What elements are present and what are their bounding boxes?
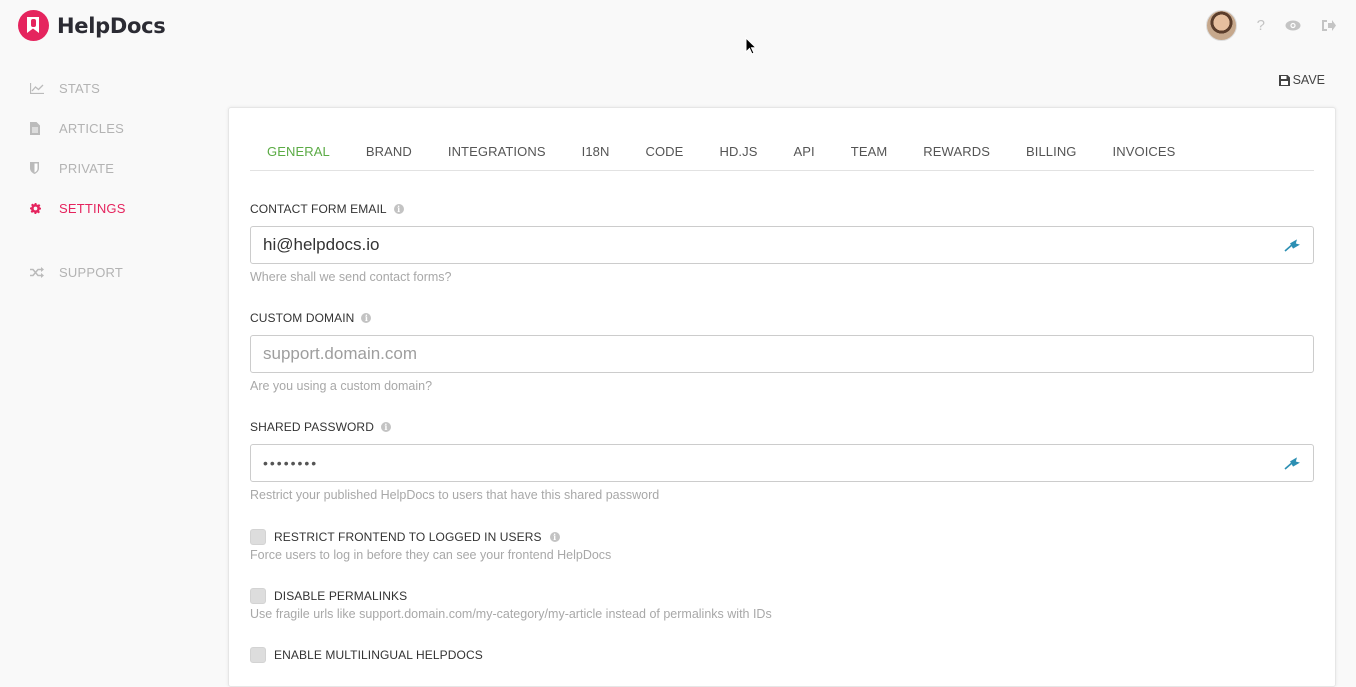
custom-domain-label: CUSTOM DOMAIN i xyxy=(250,311,372,325)
sidebar-item-label: SETTINGS xyxy=(59,200,126,216)
tab-hdjs[interactable]: HD.JS xyxy=(701,133,775,170)
sidebar-item-stats[interactable]: STATS xyxy=(0,68,200,108)
settings-card: GENERAL BRAND INTEGRATIONS I18N CODE HD.… xyxy=(228,107,1336,687)
contact-email-label: CONTACT FORM EMAIL i xyxy=(250,202,404,216)
sidebar-item-label: STATS xyxy=(59,80,100,96)
contact-email-field[interactable]: hi@helpdocs.io xyxy=(250,226,1314,264)
shield-icon xyxy=(30,162,44,174)
shared-password-field[interactable]: •••••••• xyxy=(250,444,1314,482)
label-text: SHARED PASSWORD xyxy=(250,420,374,434)
question-icon[interactable]: ? xyxy=(1257,18,1265,33)
app-logo[interactable]: HelpDocs xyxy=(18,10,166,41)
eye-icon[interactable] xyxy=(1285,20,1301,31)
label-text: CONTACT FORM EMAIL xyxy=(250,202,387,216)
restrict-frontend-label: RESTRICT FRONTEND TO LOGGED IN USERS xyxy=(274,530,542,544)
info-icon[interactable]: i xyxy=(549,532,560,542)
enable-multilingual-label: ENABLE MULTILINGUAL HELPDOCS xyxy=(274,648,483,662)
save-label: SAVE xyxy=(1292,73,1325,87)
tab-billing[interactable]: BILLING xyxy=(1008,133,1095,170)
tab-rewards[interactable]: REWARDS xyxy=(905,133,1008,170)
pushpin-icon[interactable] xyxy=(1283,455,1303,471)
sign-out-icon[interactable] xyxy=(1321,19,1336,32)
sidebar-item-private[interactable]: PRIVATE xyxy=(0,148,200,188)
tab-brand[interactable]: BRAND xyxy=(348,133,430,170)
shared-password-label: SHARED PASSWORD i xyxy=(250,420,391,434)
file-text-icon xyxy=(30,121,44,135)
app-name: HelpDocs xyxy=(57,13,166,38)
label-text: CUSTOM DOMAIN xyxy=(250,311,355,325)
disable-permalinks-row: DISABLE PERMALINKS xyxy=(250,588,407,604)
restrict-frontend-help: Force users to log in before they can se… xyxy=(250,548,612,562)
sidebar-item-settings[interactable]: SETTINGS xyxy=(0,188,200,228)
shared-password-value: •••••••• xyxy=(263,455,319,471)
mouse-cursor-icon xyxy=(745,37,757,55)
enable-multilingual-row: ENABLE MULTILINGUAL HELPDOCS xyxy=(250,647,483,663)
gear-icon xyxy=(30,202,44,214)
contact-email-help: Where shall we send contact forms? xyxy=(250,270,452,284)
info-icon[interactable]: i xyxy=(380,422,391,432)
custom-domain-placeholder: support.domain.com xyxy=(263,344,418,363)
sidebar-item-support[interactable]: SUPPORT xyxy=(0,252,200,292)
helpdocs-logo-icon xyxy=(18,10,49,41)
tab-team[interactable]: TEAM xyxy=(833,133,906,170)
avatar[interactable] xyxy=(1205,10,1237,41)
enable-multilingual-checkbox[interactable] xyxy=(250,647,266,663)
tab-invoices[interactable]: INVOICES xyxy=(1095,133,1194,170)
floppy-disk-icon xyxy=(1278,74,1290,86)
custom-domain-field[interactable]: support.domain.com xyxy=(250,335,1314,373)
settings-tabs: GENERAL BRAND INTEGRATIONS I18N CODE HD.… xyxy=(250,133,1314,171)
tab-integrations[interactable]: INTEGRATIONS xyxy=(430,133,564,170)
restrict-frontend-checkbox[interactable] xyxy=(250,529,266,545)
sidebar-item-label: PRIVATE xyxy=(59,160,115,176)
disable-permalinks-label: DISABLE PERMALINKS xyxy=(274,589,408,603)
disable-permalinks-checkbox[interactable] xyxy=(250,588,266,604)
save-button[interactable]: SAVE xyxy=(1278,73,1325,87)
info-icon[interactable]: i xyxy=(393,204,404,214)
pushpin-icon[interactable] xyxy=(1283,237,1303,253)
random-icon xyxy=(30,266,44,278)
sidebar-item-label: ARTICLES xyxy=(59,120,124,136)
sidebar: STATS ARTICLES PRIVATE SETTINGS SUPPORT xyxy=(0,68,200,292)
tab-general[interactable]: GENERAL xyxy=(250,133,348,170)
restrict-frontend-row: RESTRICT FRONTEND TO LOGGED IN USERS i xyxy=(250,529,560,545)
line-chart-icon xyxy=(30,82,44,94)
tab-code[interactable]: CODE xyxy=(627,133,701,170)
contact-email-value: hi@helpdocs.io xyxy=(263,235,380,254)
disable-permalinks-help: Use fragile urls like support.domain.com… xyxy=(250,607,772,621)
sidebar-item-articles[interactable]: ARTICLES xyxy=(0,108,200,148)
sidebar-item-label: SUPPORT xyxy=(59,264,124,280)
shared-password-help: Restrict your published HelpDocs to user… xyxy=(250,488,660,502)
custom-domain-help: Are you using a custom domain? xyxy=(250,379,433,393)
info-icon[interactable]: i xyxy=(361,313,372,323)
top-right-controls: ? xyxy=(1205,10,1336,41)
tab-i18n[interactable]: I18N xyxy=(564,133,628,170)
tab-api[interactable]: API xyxy=(776,133,833,170)
